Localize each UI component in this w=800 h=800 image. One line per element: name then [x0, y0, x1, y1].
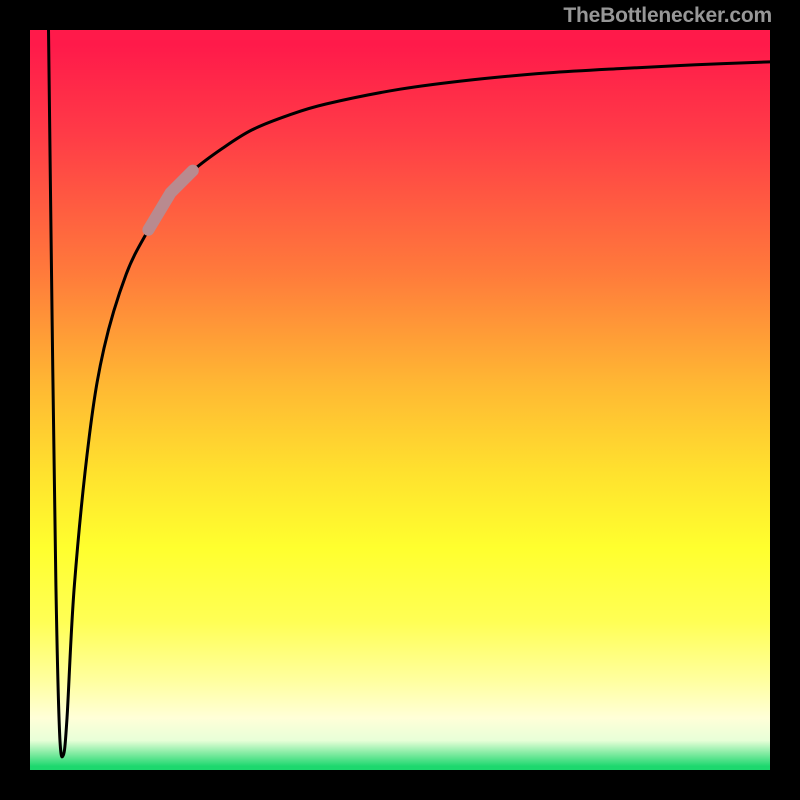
attribution-label: TheBottlenecker.com — [563, 4, 772, 28]
chart-container: TheBottlenecker.com — [0, 0, 800, 800]
axis-left — [0, 0, 30, 800]
axis-right — [770, 0, 800, 800]
gradient-background — [30, 30, 770, 770]
axis-bottom — [0, 770, 800, 800]
